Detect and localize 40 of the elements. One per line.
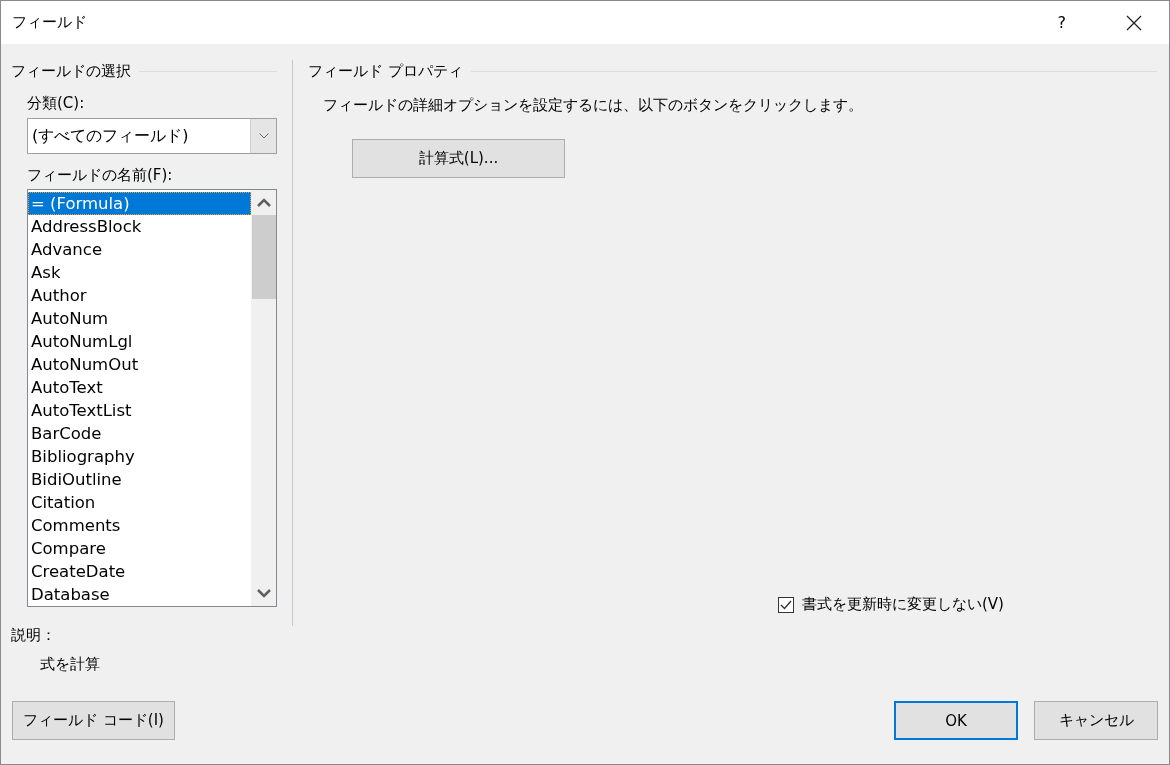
chevron-down-icon[interactable] — [256, 589, 271, 598]
field-names-label: フィールドの名前(F): — [27, 166, 174, 186]
field-codes-button[interactable]: フィールド コード(I) — [12, 701, 175, 740]
section-heading: フィールド プロパティ — [308, 61, 463, 81]
list-item[interactable]: Comments — [28, 514, 251, 537]
instruction-text: フィールドの詳細オプションを設定するには、以下のボタンをクリックします。 — [322, 96, 864, 115]
category-label: 分類(C): — [27, 94, 86, 114]
list-item[interactable]: BarCode — [28, 422, 251, 445]
close-icon[interactable] — [1126, 14, 1142, 31]
section-heading: フィールドの選択 — [11, 61, 131, 81]
list-item[interactable]: Compare — [28, 537, 251, 560]
list-item[interactable]: CreateDate — [28, 560, 251, 583]
list-item[interactable]: AutoText — [28, 376, 251, 399]
cancel-button[interactable]: キャンセル — [1034, 701, 1158, 740]
list-item[interactable]: AutoTextList — [28, 399, 251, 422]
list-item[interactable]: = (Formula) — [28, 192, 251, 215]
ok-button[interactable]: OK — [894, 701, 1018, 740]
checkbox[interactable] — [778, 596, 794, 613]
list-item[interactable]: Advance — [28, 238, 251, 261]
list-item[interactable]: BidiOutline — [28, 468, 251, 491]
window-title: フィールド — [12, 13, 88, 32]
list-item[interactable]: AddressBlock — [28, 215, 251, 238]
scrollbar-thumb[interactable] — [251, 215, 276, 299]
chevron-down-icon — [258, 133, 269, 139]
list-item[interactable]: AutoNumLgl — [28, 330, 251, 353]
list-item[interactable]: Bibliography — [28, 445, 251, 468]
description-label: 説明： — [11, 626, 57, 645]
list-item[interactable]: Ask — [28, 261, 251, 284]
list-item[interactable]: Database — [28, 583, 251, 606]
calculation-button[interactable]: 計算式(L)... — [352, 139, 565, 178]
help-button[interactable]: ? — [1051, 13, 1072, 32]
checkbox-label[interactable]: 書式を更新時に変更しない(V) — [802, 595, 1004, 614]
list-item[interactable]: AutoNumOut — [28, 353, 251, 376]
scrollbar[interactable] — [251, 190, 276, 606]
list-item[interactable]: Citation — [28, 491, 251, 514]
description-text: 式を計算 — [39, 655, 101, 674]
list-item[interactable]: Author — [28, 284, 251, 307]
category-dropdown[interactable]: (すべてのフィールド) — [27, 118, 277, 154]
chevron-up-icon[interactable] — [256, 198, 271, 207]
list-item[interactable]: AutoNum — [28, 307, 251, 330]
